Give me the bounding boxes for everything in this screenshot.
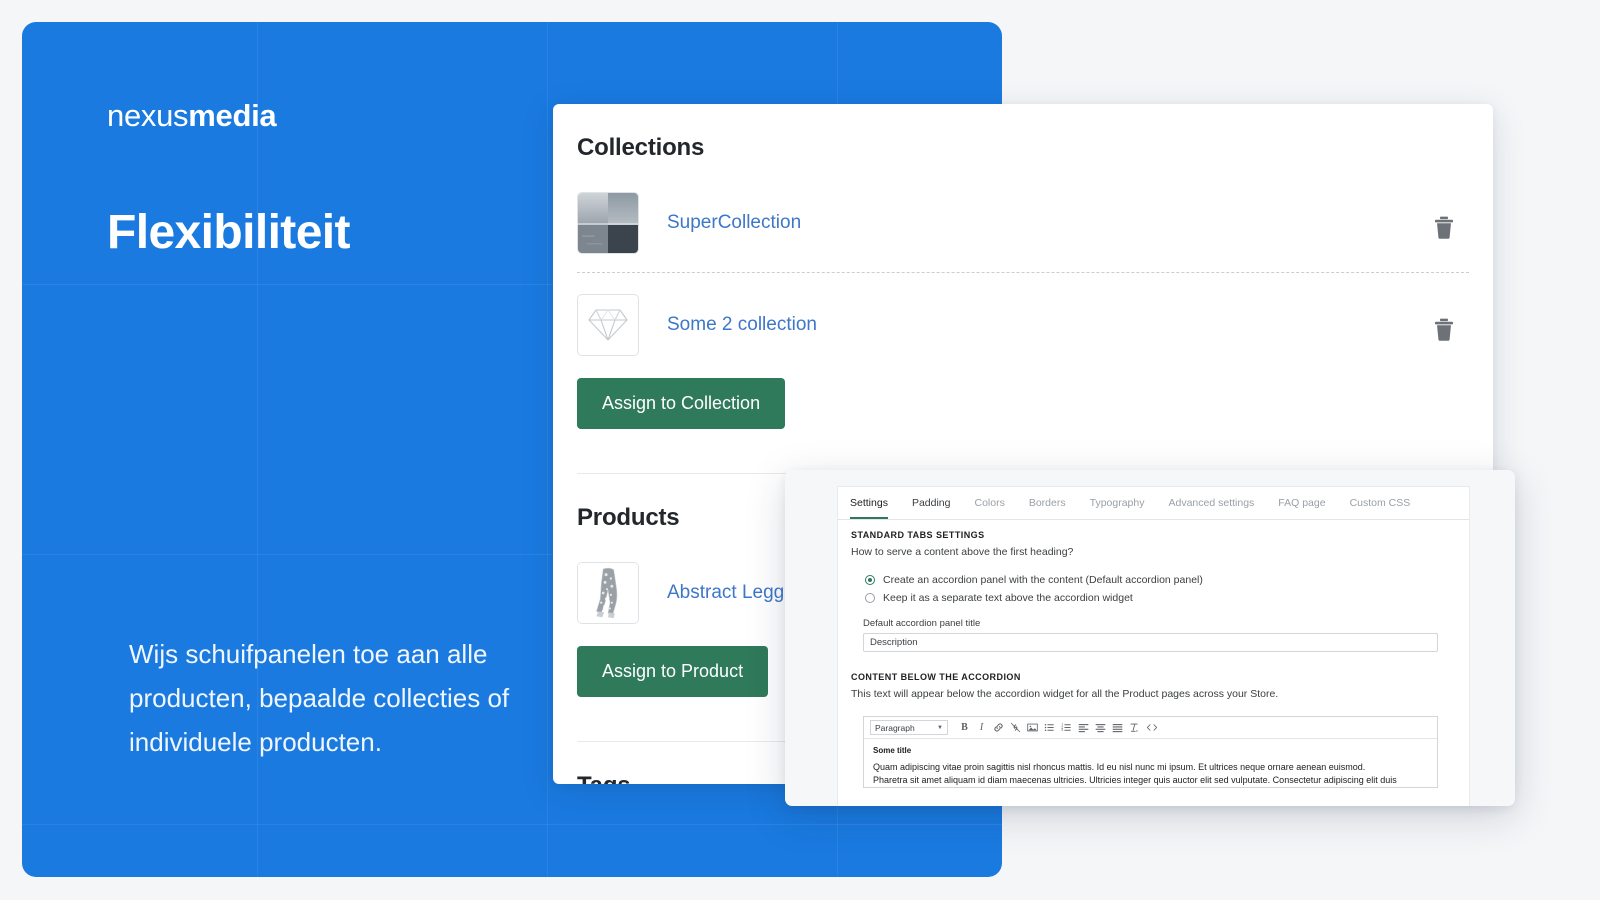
radio-button-unselected[interactable] [865,593,875,603]
seascape-photo-thumbnail [577,192,639,254]
source-code-icon[interactable] [1143,719,1160,736]
collections-title: Collections [577,134,705,161]
bold-icon[interactable]: B [956,719,973,736]
image-icon[interactable] [1024,719,1041,736]
assign-to-product-button[interactable]: Assign to Product [577,646,769,697]
chevron-down-icon: ▼ [937,724,943,731]
settings-sheet: Settings Padding Colors Borders Typograp… [837,486,1470,806]
editor-paragraph-1: Quam adipiscing vitae proin sagittis nis… [873,762,1366,772]
align-left-icon[interactable] [1075,719,1092,736]
list-item-label[interactable]: Some 2 collection [667,314,817,336]
trash-icon[interactable] [1433,318,1455,342]
align-justify-icon[interactable] [1109,719,1126,736]
screenshot-root: nexusmedia Flexibiliteit Wijs schuifpane… [0,0,1600,900]
svg-text:3: 3 [1061,728,1063,732]
link-icon[interactable] [990,719,1007,736]
bullet-list-icon[interactable] [1041,719,1058,736]
italic-icon[interactable]: I [973,719,990,736]
rich-text-editor: Paragraph ▼ B I 1 2 3 x Some title Quam … [863,716,1438,788]
editor-content[interactable]: Some title Quam adipiscing vitae proin s… [864,739,1437,787]
settings-body: STANDARD TABS SETTINGS How to serve a co… [838,520,1469,788]
radio-option-separate-text[interactable]: Keep it as a separate text above the acc… [865,592,1456,604]
radio-label: Keep it as a separate text above the acc… [883,592,1133,604]
tab-settings[interactable]: Settings [850,497,888,519]
logo-light-part: nexus [107,98,189,133]
tab-custom-css[interactable]: Custom CSS [1350,497,1411,519]
settings-tabs: Settings Padding Colors Borders Typograp… [838,487,1469,520]
logo-bold-part: media [188,98,277,133]
editor-toolbar: Paragraph ▼ B I 1 2 3 x [864,717,1437,739]
numbered-list-icon[interactable]: 1 2 3 [1058,719,1075,736]
standard-tabs-settings-question: How to serve a content above the first h… [851,546,1074,558]
radio-button-selected[interactable] [865,575,875,585]
tab-padding[interactable]: Padding [912,497,951,519]
diamond-icon-thumbnail [577,294,639,356]
tab-faq-page[interactable]: FAQ page [1278,497,1325,519]
tab-colors[interactable]: Colors [975,497,1005,519]
standard-tabs-settings-heading: STANDARD TABS SETTINGS [851,530,985,540]
panel-title-input[interactable] [863,633,1438,652]
radio-option-accordion-panel[interactable]: Create an accordion panel with the conte… [865,574,1456,586]
panel-title-label: Default accordion panel title [863,618,981,629]
radio-label: Create an accordion panel with the conte… [883,574,1203,586]
list-item[interactable]: Some 2 collection [577,290,1469,374]
align-center-icon[interactable] [1092,719,1109,736]
content-below-accordion-heading: CONTENT BELOW THE ACCORDION [851,672,1021,682]
tab-advanced-settings[interactable]: Advanced settings [1168,497,1254,519]
leggings-photo-thumbnail [577,562,639,624]
unlink-icon[interactable] [1007,719,1024,736]
paragraph-format-value: Paragraph [875,722,915,733]
list-item-label[interactable]: SuperCollection [667,212,801,234]
assign-to-collection-button[interactable]: Assign to Collection [577,378,786,429]
hero-body-text: Wijs schuifpanelen toe aan alle producte… [129,639,510,758]
tab-typography[interactable]: Typography [1090,497,1145,519]
list-item[interactable]: SuperCollection [577,188,1469,273]
clear-formatting-icon[interactable]: x [1126,719,1143,736]
tab-borders[interactable]: Borders [1029,497,1066,519]
collections-section: Collections SuperCollection Some 2 colle… [553,104,1493,474]
paragraph-format-select[interactable]: Paragraph ▼ [870,720,948,735]
svg-text:x: x [1136,729,1138,733]
settings-overlay-card: Settings Padding Colors Borders Typograp… [785,470,1515,806]
trash-icon[interactable] [1433,216,1455,240]
editor-doc-title: Some title [873,746,912,755]
content-below-accordion-description: This text will appear below the accordio… [851,688,1279,700]
editor-paragraph-2: Pharetra sit amet aliquam id diam maecen… [873,774,1397,785]
